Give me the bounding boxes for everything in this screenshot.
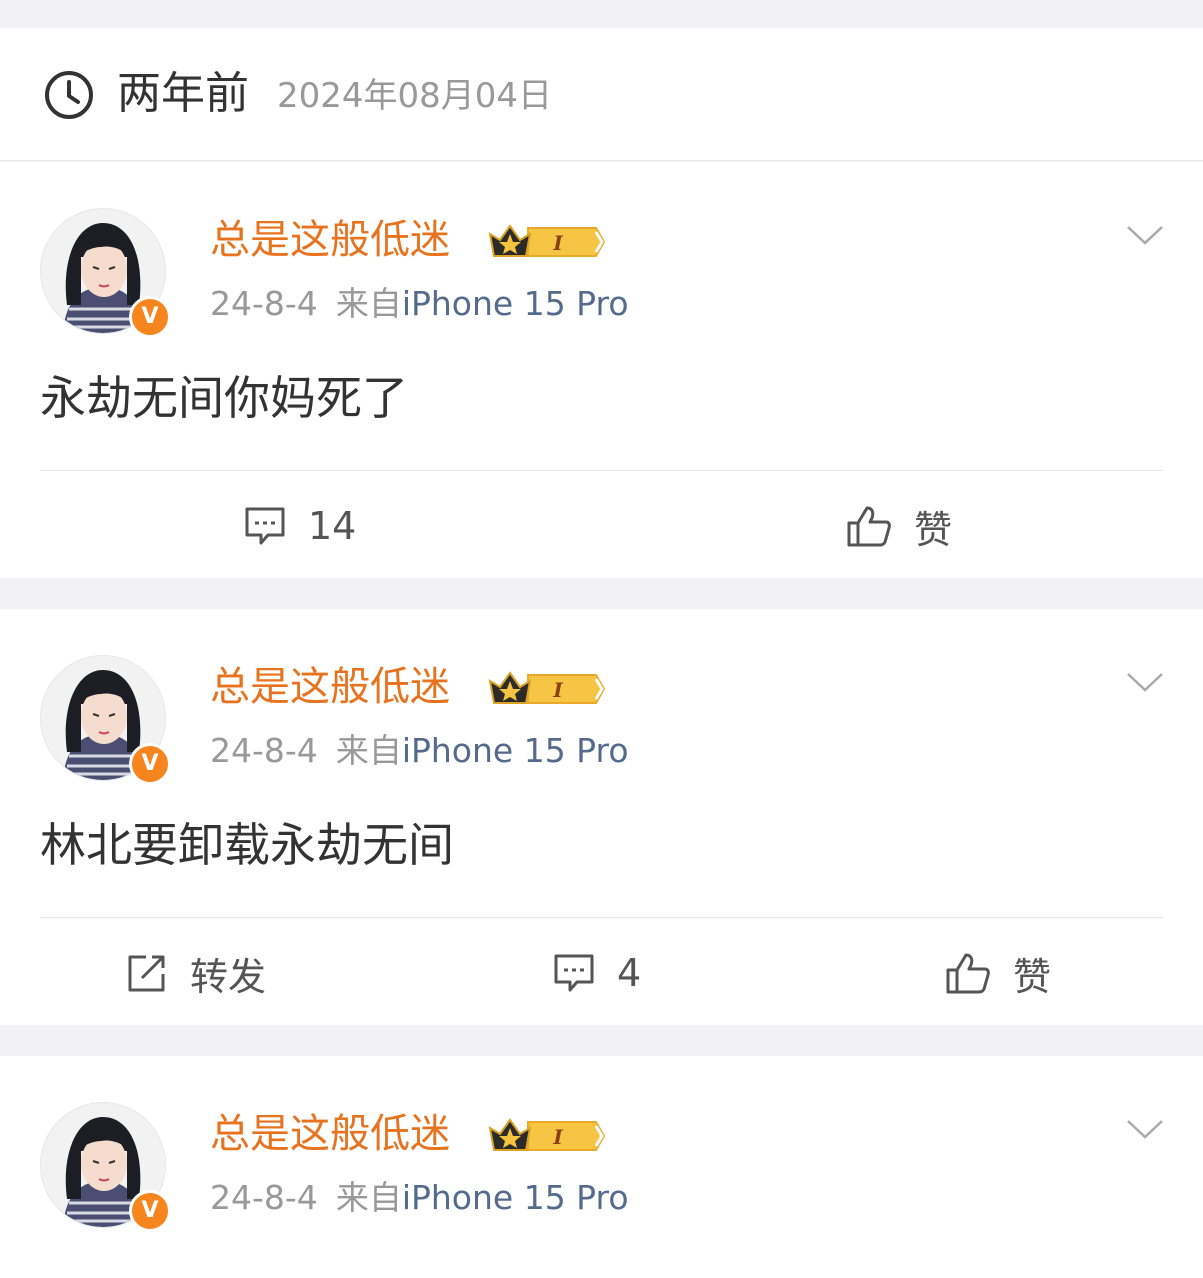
source-prefix: 来自 xyxy=(335,1178,402,1217)
level-badge-text: I xyxy=(552,1125,563,1149)
chevron-down-icon[interactable] xyxy=(1126,224,1164,246)
repost-label: 转发 xyxy=(190,954,267,999)
post-meta: 24-8-4 来自iPhone 15 Pro xyxy=(210,1176,629,1220)
post-card: V 总是这般低迷 I 24-8-4 来自iPhone 15 Pro 永劫无间你妈死… xyxy=(0,162,1203,578)
post-card: V 总是这般低迷 I 24-8-4 来自iPhone 15 Pro 林北要卸载永劫… xyxy=(0,609,1203,1025)
post-content: 永劫无间你妈死了 xyxy=(40,371,408,425)
crown-level-badge-icon: I xyxy=(488,224,606,257)
repost-button[interactable]: 转发 xyxy=(126,933,266,1013)
post-date: 24-8-4 xyxy=(210,731,318,770)
username[interactable]: 总是这般低迷 xyxy=(210,1108,450,1160)
comment-icon xyxy=(554,954,594,992)
source-prefix: 来自 xyxy=(335,284,402,323)
device-name: iPhone 15 Pro xyxy=(401,284,629,323)
post-meta: 24-8-4 来自iPhone 15 Pro xyxy=(210,282,629,326)
post-meta: 24-8-4 来自iPhone 15 Pro xyxy=(210,729,629,773)
post-date: 24-8-4 xyxy=(210,1178,318,1217)
comment-icon xyxy=(245,507,285,545)
header-date: 2024年08月04日 xyxy=(277,76,553,116)
repost-icon xyxy=(128,955,165,992)
divider xyxy=(40,470,1163,471)
timeline-header: 两年前 2024年08月04日 xyxy=(0,28,1203,161)
divider xyxy=(40,917,1163,918)
device-name: iPhone 15 Pro xyxy=(401,1178,629,1217)
post-date: 24-8-4 xyxy=(210,284,318,323)
thumbs-up-icon xyxy=(847,506,891,547)
chevron-down-icon[interactable] xyxy=(1126,1118,1164,1140)
comment-count: 4 xyxy=(617,951,642,995)
like-button[interactable]: 赞 xyxy=(846,486,952,566)
thumbs-up-icon xyxy=(946,953,990,994)
crown-level-badge-icon: I xyxy=(488,1118,606,1151)
like-label: 赞 xyxy=(914,507,953,552)
verified-badge: V xyxy=(129,1190,171,1232)
device-name: iPhone 15 Pro xyxy=(401,731,629,770)
level-badge-text: I xyxy=(552,231,563,255)
post-card: V 总是这般低迷 I 24-8-4 来自iPhone 15 Pro xyxy=(0,1056,1203,1278)
time-ago-label: 两年前 xyxy=(117,68,249,119)
verified-badge: V xyxy=(129,743,171,785)
comment-button[interactable]: 14 xyxy=(244,486,356,566)
chevron-down-icon[interactable] xyxy=(1126,671,1164,693)
crown-level-badge-icon: I xyxy=(488,671,606,704)
level-badge-text: I xyxy=(552,678,563,702)
username[interactable]: 总是这般低迷 xyxy=(210,661,450,713)
comment-button[interactable]: 4 xyxy=(553,933,641,1013)
verified-badge: V xyxy=(129,296,171,338)
source-prefix: 来自 xyxy=(335,731,402,770)
clock-icon xyxy=(45,71,93,119)
like-label: 赞 xyxy=(1013,954,1052,999)
post-content: 林北要卸载永劫无间 xyxy=(40,818,454,872)
like-button[interactable]: 赞 xyxy=(945,933,1051,1013)
comment-count: 14 xyxy=(308,504,357,548)
username[interactable]: 总是这般低迷 xyxy=(210,214,450,266)
